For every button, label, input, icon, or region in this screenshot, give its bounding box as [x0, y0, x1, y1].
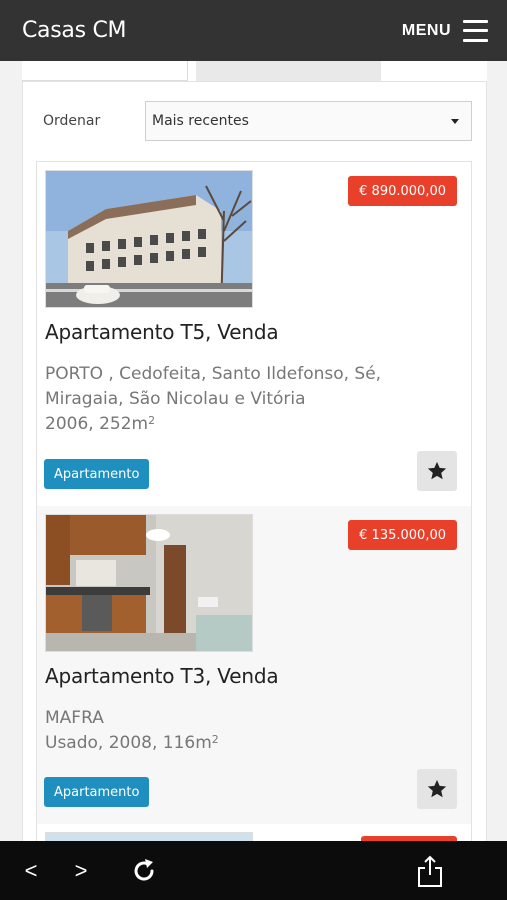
listing-location: MAFRA: [45, 708, 104, 728]
listing-year-area: Usado, 2008, 116m2: [45, 731, 465, 756]
listing-photo[interactable]: [45, 832, 253, 841]
listing-list: € 890.000,00 Apartamento T5, Venda PORTO…: [36, 161, 472, 841]
price-badge: € 890.000,00: [348, 176, 457, 206]
listing-card[interactable]: € 890.000,00 Apartamento T5, Venda PORTO…: [37, 162, 471, 506]
listing-title[interactable]: Apartamento T3, Venda: [45, 664, 279, 688]
type-tag[interactable]: Apartamento: [44, 459, 150, 489]
caret-down-icon: [451, 118, 459, 124]
listing-card[interactable]: € 135.000,00 Apartamento T3, Venda MAFRA…: [37, 506, 471, 824]
reload-button[interactable]: [128, 841, 160, 900]
hamburger-icon[interactable]: [463, 19, 488, 42]
listing-photo[interactable]: [45, 170, 253, 308]
tab-right[interactable]: [196, 61, 381, 81]
forward-button[interactable]: >: [68, 841, 94, 900]
back-button[interactable]: <: [18, 841, 44, 900]
content-panel: Ordenar Mais recentes € 890.000,00 Apart…: [22, 61, 487, 841]
year-area-text: Usado, 2008, 116m: [45, 733, 212, 753]
top-header: Casas CM MENU: [0, 0, 507, 61]
area-unit-sup: 2: [211, 733, 219, 746]
star-icon: [427, 779, 447, 798]
browser-toolbar: < >: [0, 841, 507, 900]
area-unit-sup: 2: [148, 414, 156, 427]
listing-year-area: 2006, 252m2: [45, 412, 465, 437]
share-button[interactable]: [414, 841, 446, 900]
share-icon: [418, 855, 442, 887]
sort-selected-value: Mais recentes: [152, 113, 249, 129]
sort-label: Ordenar: [43, 113, 101, 129]
type-tag[interactable]: Apartamento: [44, 777, 150, 807]
menu-label[interactable]: MENU: [402, 22, 451, 40]
tab-left[interactable]: [22, 61, 188, 81]
reload-icon: [134, 858, 154, 880]
site-title[interactable]: Casas CM: [22, 18, 126, 43]
listing-card[interactable]: [37, 824, 471, 841]
menu-button[interactable]: MENU: [402, 19, 488, 42]
price-badge: € 135.000,00: [348, 520, 457, 550]
listing-location: PORTO , Cedofeita, Santo Ildefonso, Sé, …: [45, 364, 382, 409]
favorite-button[interactable]: [417, 451, 457, 491]
star-icon: [427, 461, 447, 480]
year-area-text: 2006, 252m: [45, 414, 149, 434]
listing-photo[interactable]: [45, 514, 253, 652]
listing-title[interactable]: Apartamento T5, Venda: [45, 320, 279, 344]
sort-dropdown[interactable]: Mais recentes: [145, 101, 472, 141]
favorite-button[interactable]: [417, 769, 457, 809]
